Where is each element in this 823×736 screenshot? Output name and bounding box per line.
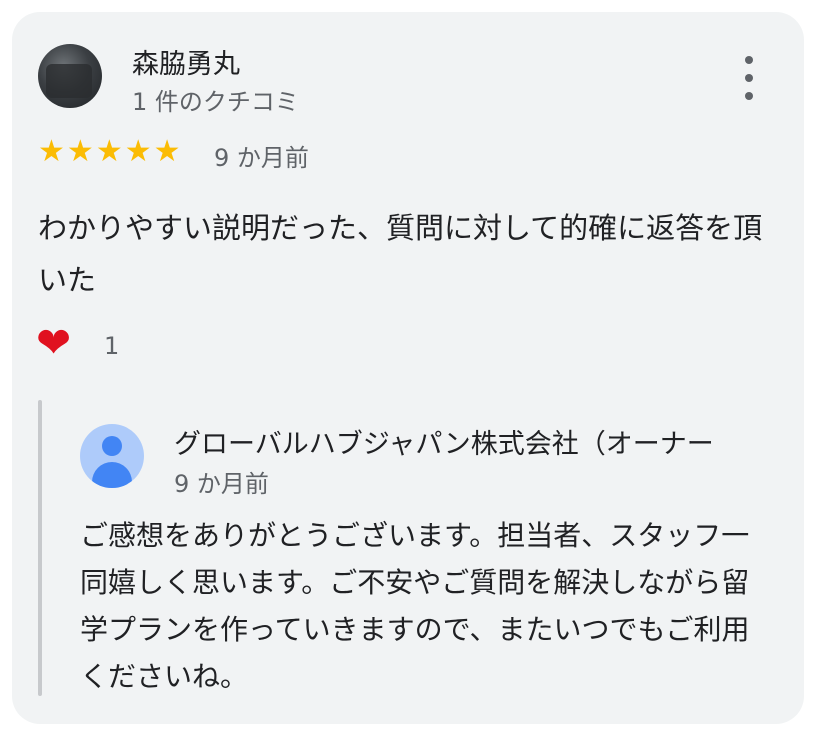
reviewer-avatar[interactable] — [38, 44, 102, 108]
star-icon: ★ — [38, 134, 65, 169]
star-icon: ★ — [95, 134, 123, 169]
review-date: 9 か月前 — [214, 144, 309, 172]
review-card: 森脇勇丸 1 件のクチコミ ★ ★ ★ ★ ★ 9 か月前 わかりやすい説明だっ… — [12, 12, 804, 724]
reaction-count: 1 — [104, 332, 120, 360]
owner-avatar — [80, 424, 144, 488]
owner-reply-date: 9 か月前 — [174, 470, 269, 498]
reviewer-name[interactable]: 森脇勇丸 — [132, 42, 240, 81]
review-text: わかりやすい説明だった、質問に対して的確に返答を頂いた — [38, 211, 763, 297]
star-icon: ★ — [66, 134, 94, 169]
star-rating: ★ ★ ★ ★ ★ — [38, 136, 181, 168]
owner-name: グローバルハブジャパン株式会社（オーナー — [174, 429, 714, 460]
star-icon: ★ — [124, 134, 152, 169]
star-icon: ★ — [153, 134, 181, 169]
reply-divider — [38, 400, 42, 696]
owner-reply-text: ご感想をありがとうございます。担当者、スタッフ一同嬉しく思います。ご不安やご質問… — [80, 519, 750, 693]
heart-icon[interactable]: ❤ — [36, 320, 71, 366]
more-options-icon[interactable] — [738, 56, 760, 100]
reviewer-review-count: 1 件のクチコミ — [132, 88, 299, 116]
